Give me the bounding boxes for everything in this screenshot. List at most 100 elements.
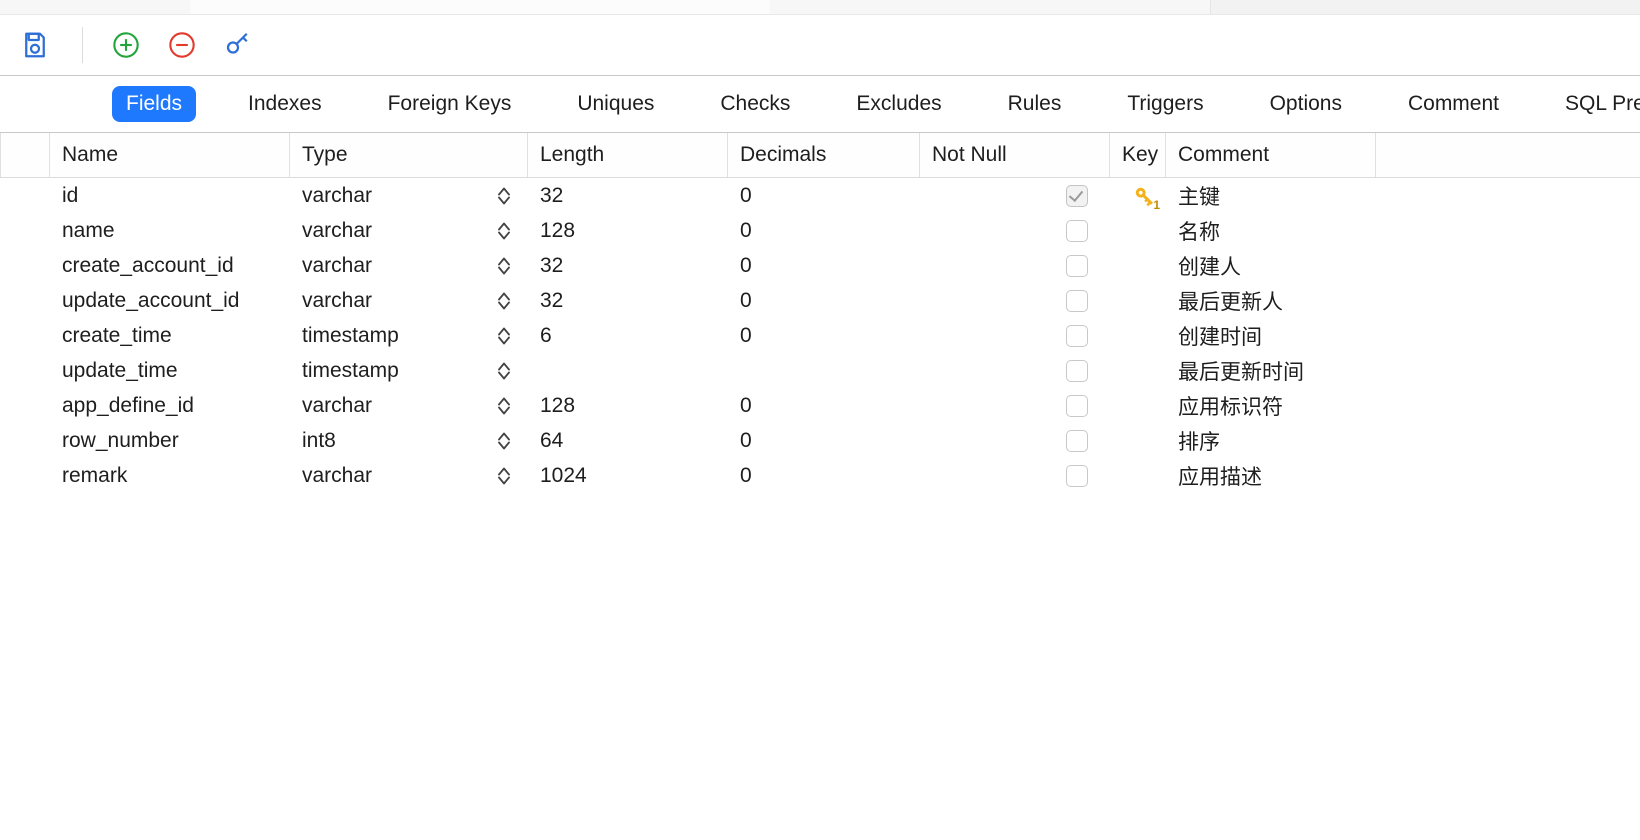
field-row[interactable]: create_account_idvarchar320 创建人 <box>0 248 1640 283</box>
stepper-icon[interactable] <box>498 327 510 345</box>
tab-excludes[interactable]: Excludes <box>842 86 955 122</box>
stepper-icon[interactable] <box>498 292 510 310</box>
field-row[interactable]: update_timetimestamp 最后更新时间 <box>0 353 1640 388</box>
primary-key-button[interactable] <box>221 28 255 62</box>
notnull-checkbox[interactable] <box>1066 220 1088 242</box>
columns-header: Name Type Length Decimals Not Null Key C… <box>0 133 1640 178</box>
field-decimals-cell[interactable]: 0 <box>728 388 920 423</box>
field-decimals-cell[interactable]: 0 <box>728 213 920 248</box>
field-name-cell[interactable]: name <box>50 213 290 248</box>
field-length-cell[interactable] <box>528 353 728 388</box>
tab-uniques[interactable]: Uniques <box>563 86 668 122</box>
notnull-checkbox[interactable] <box>1066 290 1088 312</box>
notnull-checkbox[interactable] <box>1066 185 1088 207</box>
field-length-cell[interactable]: 6 <box>528 318 728 353</box>
field-comment-cell[interactable]: 最后更新时间 <box>1166 353 1376 388</box>
field-length-cell[interactable]: 128 <box>528 213 728 248</box>
field-type-cell[interactable]: varchar <box>290 388 528 423</box>
tab-foreignkeys[interactable]: Foreign Keys <box>374 86 526 122</box>
tab-checks[interactable]: Checks <box>706 86 804 122</box>
field-comment-cell[interactable]: 应用描述 <box>1166 458 1376 493</box>
field-comment-cell[interactable]: 创建人 <box>1166 248 1376 283</box>
header-name[interactable]: Name <box>50 133 290 177</box>
field-type-cell[interactable]: varchar <box>290 213 528 248</box>
field-name-cell[interactable]: update_account_id <box>50 283 290 318</box>
stepper-icon[interactable] <box>498 362 510 380</box>
field-name-cell[interactable]: create_account_id <box>50 248 290 283</box>
field-row[interactable]: namevarchar1280 名称 <box>0 213 1640 248</box>
stepper-icon[interactable] <box>498 467 510 485</box>
field-type-cell[interactable]: varchar <box>290 248 528 283</box>
field-row[interactable]: update_account_idvarchar320 最后更新人 <box>0 283 1640 318</box>
field-name-cell[interactable]: app_define_id <box>50 388 290 423</box>
field-key-cell <box>1110 318 1166 353</box>
field-notnull-cell <box>920 178 1110 213</box>
field-length-cell[interactable]: 64 <box>528 423 728 458</box>
tab-indexes[interactable]: Indexes <box>234 86 336 122</box>
field-length-cell[interactable]: 1024 <box>528 458 728 493</box>
stepper-icon[interactable] <box>498 222 510 240</box>
remove-field-button[interactable] <box>165 28 199 62</box>
tab-rules[interactable]: Rules <box>994 86 1076 122</box>
field-type-cell[interactable]: timestamp <box>290 353 528 388</box>
field-comment-cell[interactable]: 最后更新人 <box>1166 283 1376 318</box>
field-decimals-cell[interactable]: 0 <box>728 283 920 318</box>
field-decimals-cell[interactable] <box>728 353 920 388</box>
field-row[interactable]: idvarchar320 1 主键 <box>0 178 1640 213</box>
notnull-checkbox[interactable] <box>1066 255 1088 277</box>
field-name-cell[interactable]: create_time <box>50 318 290 353</box>
field-name-cell[interactable]: row_number <box>50 423 290 458</box>
field-length-cell[interactable]: 32 <box>528 178 728 213</box>
field-name-cell[interactable]: update_time <box>50 353 290 388</box>
field-decimals-cell[interactable]: 0 <box>728 178 920 213</box>
stepper-icon[interactable] <box>498 432 510 450</box>
field-decimals-cell[interactable]: 0 <box>728 248 920 283</box>
field-type-cell[interactable]: varchar <box>290 283 528 318</box>
field-comment-cell[interactable]: 名称 <box>1166 213 1376 248</box>
field-row[interactable]: row_numberint8640 排序 <box>0 423 1640 458</box>
stepper-icon[interactable] <box>498 187 510 205</box>
field-decimals-cell[interactable]: 0 <box>728 318 920 353</box>
header-type[interactable]: Type <box>290 133 528 177</box>
notnull-checkbox[interactable] <box>1066 325 1088 347</box>
tab-fields[interactable]: Fields <box>112 86 196 122</box>
header-comment[interactable]: Comment <box>1166 133 1376 177</box>
stepper-icon[interactable] <box>498 397 510 415</box>
header-decimals[interactable]: Decimals <box>728 133 920 177</box>
field-length-cell[interactable]: 32 <box>528 248 728 283</box>
field-key-cell <box>1110 423 1166 458</box>
save-button[interactable] <box>18 28 52 62</box>
field-name-cell[interactable]: id <box>50 178 290 213</box>
tab-options[interactable]: Options <box>1256 86 1356 122</box>
notnull-checkbox[interactable] <box>1066 395 1088 417</box>
field-decimals-cell[interactable]: 0 <box>728 423 920 458</box>
field-name-cell[interactable]: remark <box>50 458 290 493</box>
field-type-cell[interactable]: varchar <box>290 458 528 493</box>
header-key[interactable]: Key <box>1110 133 1166 177</box>
field-length-cell[interactable]: 32 <box>528 283 728 318</box>
tab-triggers[interactable]: Triggers <box>1113 86 1217 122</box>
tab-comment[interactable]: Comment <box>1394 86 1513 122</box>
fields-grid: idvarchar3201主键namevarchar1280名称create_a… <box>0 178 1640 493</box>
key-index: 1 <box>1153 198 1160 212</box>
field-length-cell[interactable]: 128 <box>528 388 728 423</box>
tab-sqlpreview[interactable]: SQL Preview <box>1551 86 1640 122</box>
field-row[interactable]: create_timetimestamp60 创建时间 <box>0 318 1640 353</box>
field-comment-cell[interactable]: 排序 <box>1166 423 1376 458</box>
notnull-checkbox[interactable] <box>1066 465 1088 487</box>
notnull-checkbox[interactable] <box>1066 360 1088 382</box>
field-row[interactable]: remarkvarchar10240 应用描述 <box>0 458 1640 493</box>
field-row[interactable]: app_define_idvarchar1280 应用标识符 <box>0 388 1640 423</box>
field-type-cell[interactable]: timestamp <box>290 318 528 353</box>
field-type-cell[interactable]: varchar <box>290 178 528 213</box>
field-comment-cell[interactable]: 应用标识符 <box>1166 388 1376 423</box>
header-length[interactable]: Length <box>528 133 728 177</box>
field-decimals-cell[interactable]: 0 <box>728 458 920 493</box>
notnull-checkbox[interactable] <box>1066 430 1088 452</box>
field-comment-cell[interactable]: 主键 <box>1166 178 1376 213</box>
field-type-cell[interactable]: int8 <box>290 423 528 458</box>
add-field-button[interactable] <box>109 28 143 62</box>
header-notnull[interactable]: Not Null <box>920 133 1110 177</box>
field-comment-cell[interactable]: 创建时间 <box>1166 318 1376 353</box>
stepper-icon[interactable] <box>498 257 510 275</box>
